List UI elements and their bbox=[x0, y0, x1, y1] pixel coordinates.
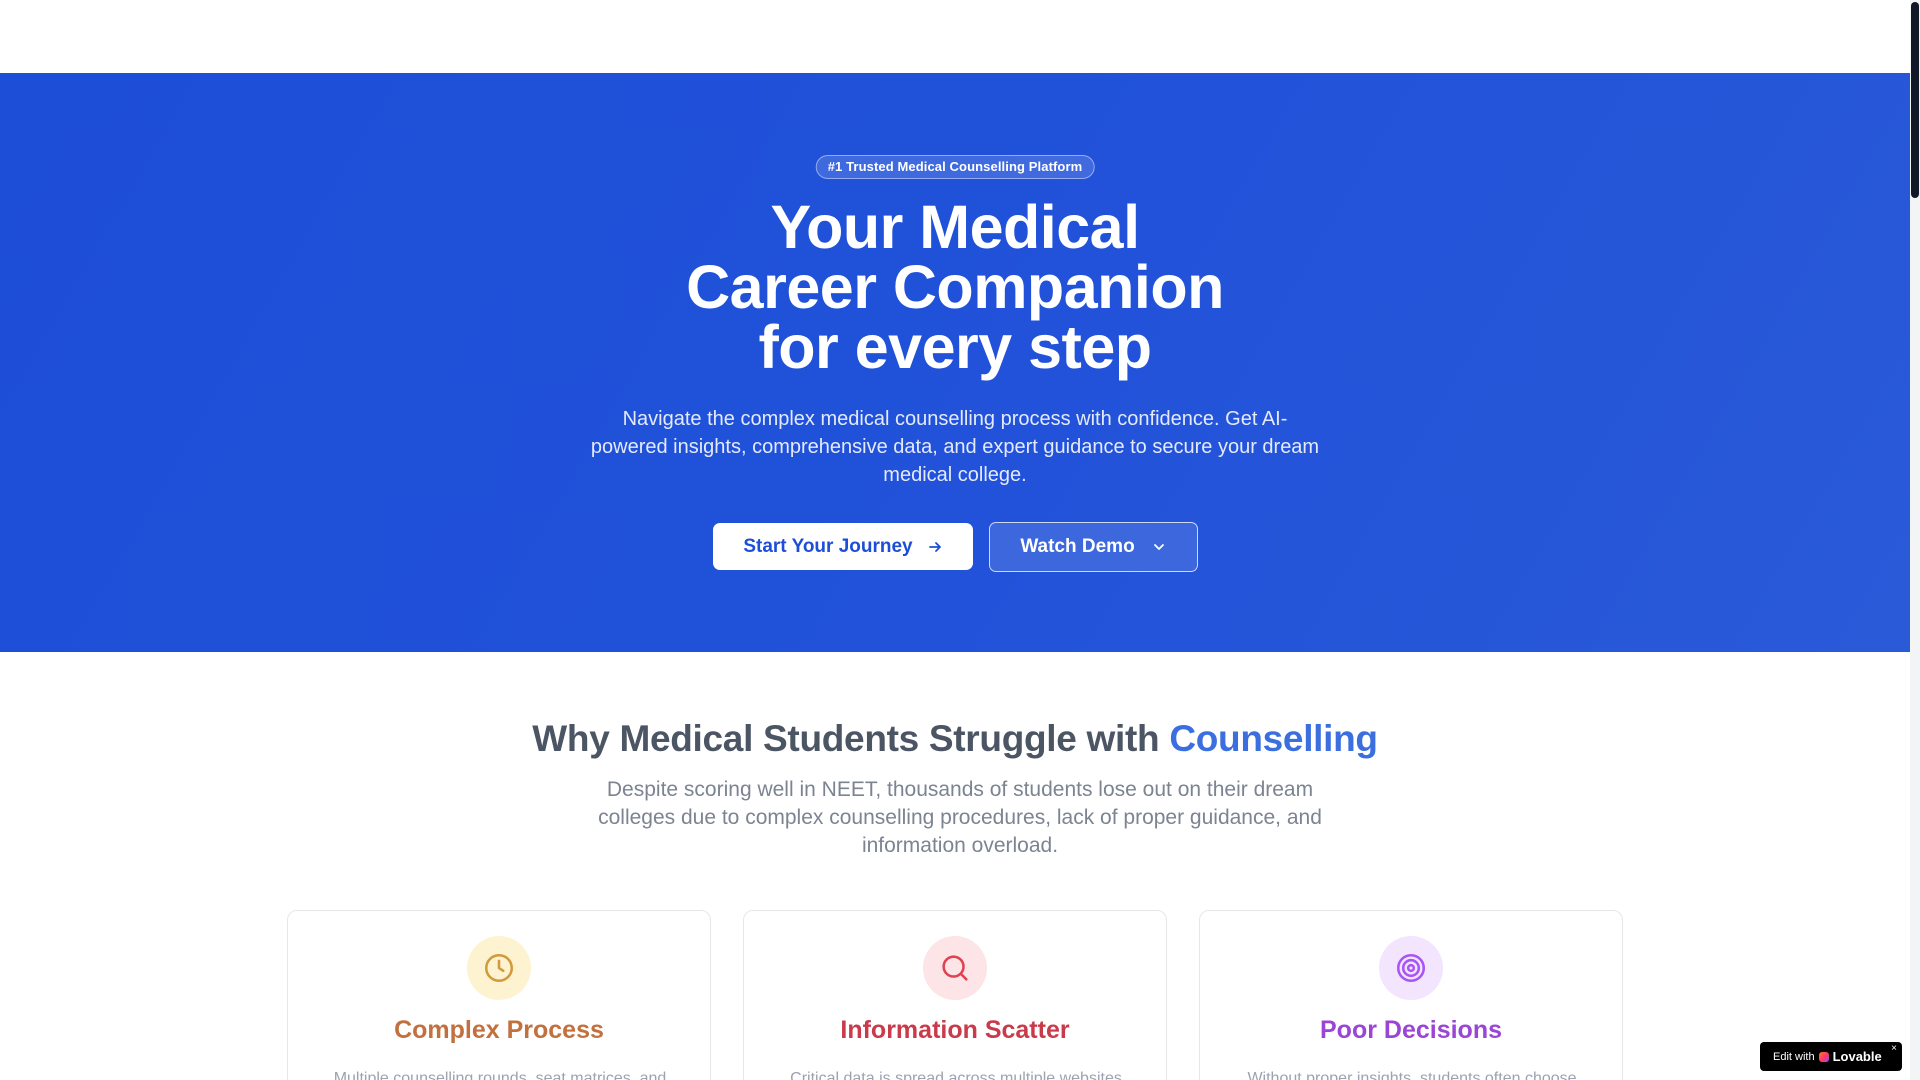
card-description: Multiple counselling rounds, seat matric… bbox=[333, 1070, 667, 1080]
card-description: Critical data is spread across multiple … bbox=[790, 1070, 1122, 1080]
problem-cards: Complex Process Multiple counselling rou… bbox=[287, 910, 1623, 1080]
card-title: Poor Decisions bbox=[1320, 1016, 1502, 1044]
card-title: Complex Process bbox=[394, 1016, 604, 1044]
hero-cta-row: Start Your Journey Watch Demo bbox=[0, 522, 1910, 572]
clock-icon bbox=[467, 936, 531, 1000]
card-information-scatter: Information Scatter Critical data is spr… bbox=[743, 910, 1167, 1080]
start-journey-label: Start Your Journey bbox=[743, 535, 913, 557]
card-description: Without proper insights, students often … bbox=[1247, 1070, 1577, 1080]
hero-section: #1 Trusted Medical Counselling Platform … bbox=[0, 73, 1910, 652]
scrollbar-thumb[interactable] bbox=[1911, 2, 1919, 198]
edit-with-label: Edit with bbox=[1773, 1050, 1815, 1063]
edit-with-lovable-badge[interactable]: Edit with Lovable × bbox=[1760, 1042, 1902, 1071]
watch-demo-button[interactable]: Watch Demo bbox=[989, 522, 1198, 572]
card-title: Information Scatter bbox=[840, 1016, 1070, 1044]
hero-title-line-1: Your Medical bbox=[770, 193, 1140, 261]
target-icon bbox=[1379, 936, 1443, 1000]
why-section-title: Why Medical Students Struggle with Couns… bbox=[0, 718, 1910, 760]
hero-badge: #1 Trusted Medical Counselling Platform bbox=[815, 155, 1095, 179]
why-title-accent: Counselling bbox=[1169, 718, 1378, 759]
top-navbar bbox=[0, 0, 1910, 73]
lovable-logo-icon bbox=[1818, 1051, 1829, 1062]
hero-subtitle: Navigate the complex medical counselling… bbox=[590, 408, 1320, 486]
watch-demo-label: Watch Demo bbox=[1020, 536, 1135, 557]
card-complex-process: Complex Process Multiple counselling rou… bbox=[287, 910, 711, 1080]
hero-title-line-3: for every step bbox=[758, 313, 1152, 381]
chevron-down-icon bbox=[1151, 539, 1167, 555]
why-section-subtitle: Despite scoring well in NEET, thousands … bbox=[598, 778, 1322, 857]
card-poor-decisions: Poor Decisions Without proper insights, … bbox=[1199, 910, 1623, 1080]
page-scrollbar[interactable] bbox=[1910, 0, 1920, 1080]
hero-title-line-2: Career Companion bbox=[686, 253, 1224, 321]
close-icon[interactable]: × bbox=[1891, 1043, 1897, 1054]
hero-title: Your Medical Career Companion for every … bbox=[575, 193, 1335, 381]
lovable-brand: Lovable bbox=[1832, 1049, 1882, 1064]
start-journey-button[interactable]: Start Your Journey bbox=[713, 523, 973, 570]
search-icon bbox=[923, 936, 987, 1000]
why-title-prefix: Why Medical Students Struggle with bbox=[532, 718, 1160, 759]
arrow-right-icon bbox=[927, 539, 943, 555]
